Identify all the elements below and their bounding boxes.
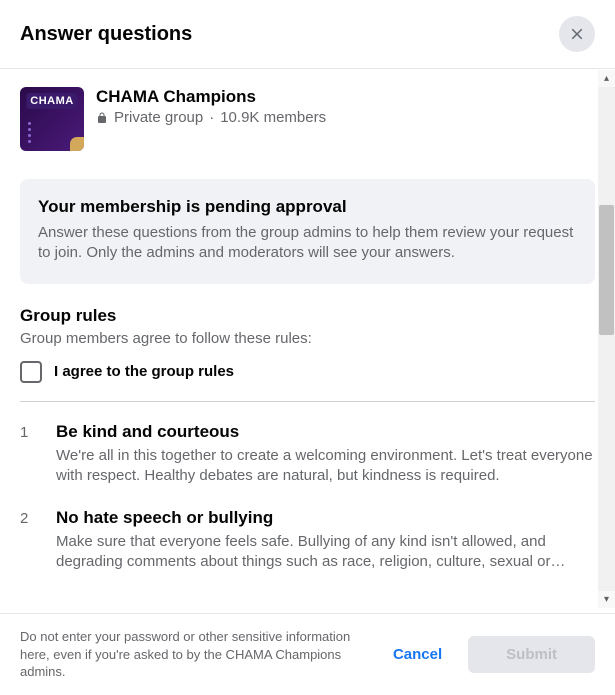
rule-description: Make sure that everyone feels safe. Bull…: [56, 532, 595, 573]
rule-item: 2 No hate speech or bullying Make sure t…: [20, 508, 595, 573]
rule-item: 1 Be kind and courteous We're all in thi…: [20, 422, 595, 487]
rule-body: No hate speech or bullying Make sure tha…: [56, 508, 595, 573]
dialog-title: Answer questions: [20, 23, 192, 46]
rules-section: Group rules Group members agree to follo…: [20, 306, 595, 573]
scroll-up-arrow[interactable]: ▴: [598, 70, 615, 87]
scroll-area[interactable]: CHAMA CHAMA Champions Private group · 10…: [0, 69, 615, 607]
scroll-down-arrow[interactable]: ▾: [598, 591, 615, 608]
agree-checkbox[interactable]: [20, 361, 42, 383]
rule-title: Be kind and courteous: [56, 422, 595, 442]
dialog-header: Answer questions: [0, 0, 615, 69]
group-thumbnail: CHAMA: [20, 87, 84, 151]
group-members-count: 10.9K members: [220, 109, 326, 126]
rule-body: Be kind and courteous We're all in this …: [56, 422, 595, 487]
pending-title: Your membership is pending approval: [38, 197, 577, 217]
dialog-footer: Do not enter your password or other sens…: [0, 613, 615, 695]
separator: ·: [209, 109, 214, 126]
group-privacy: Private group: [114, 109, 203, 126]
group-info: CHAMA CHAMA Champions Private group · 10…: [0, 69, 615, 167]
pending-approval-box: Your membership is pending approval Answ…: [20, 179, 595, 284]
rules-subtitle: Group members agree to follow these rule…: [20, 330, 595, 347]
scrollbar-track[interactable]: [598, 87, 615, 591]
submit-button[interactable]: Submit: [468, 636, 595, 673]
agree-label[interactable]: I agree to the group rules: [54, 363, 234, 380]
scrollbar[interactable]: ▴ ▾: [598, 70, 615, 608]
rule-title: No hate speech or bullying: [56, 508, 595, 528]
group-subtitle: Private group · 10.9K members: [96, 109, 326, 126]
rules-title: Group rules: [20, 306, 595, 326]
pending-description: Answer these questions from the group ad…: [38, 223, 577, 264]
rule-number: 2: [20, 508, 32, 573]
close-button[interactable]: [559, 16, 595, 52]
scrollbar-thumb[interactable]: [599, 205, 614, 335]
cancel-button[interactable]: Cancel: [379, 636, 456, 673]
content: Your membership is pending approval Answ…: [0, 167, 615, 607]
group-thumbnail-decoration: [28, 122, 31, 143]
group-thumbnail-label: CHAMA: [26, 93, 77, 109]
footer-warning: Do not enter your password or other sens…: [20, 628, 367, 681]
group-name: CHAMA Champions: [96, 87, 326, 107]
group-meta: CHAMA Champions Private group · 10.9K me…: [96, 87, 326, 126]
rule-number: 1: [20, 422, 32, 487]
group-thumbnail-decoration: [70, 137, 84, 151]
rule-description: We're all in this together to create a w…: [56, 446, 595, 487]
close-icon: [568, 25, 586, 43]
lock-icon: [96, 112, 108, 124]
agree-row: I agree to the group rules: [20, 361, 595, 402]
